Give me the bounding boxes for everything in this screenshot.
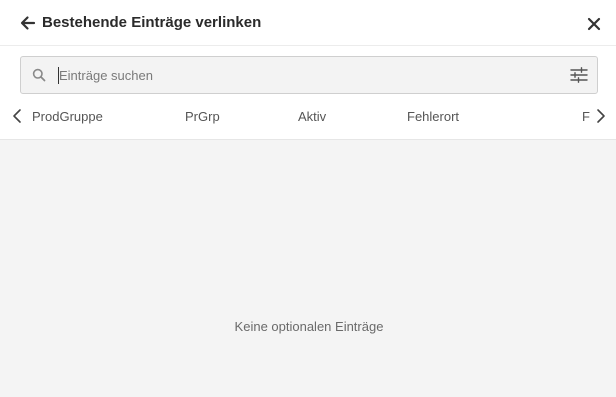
empty-state-message: Keine optionalen Einträge [234,319,384,334]
tab-prgrp[interactable]: PrGrp [185,108,220,126]
back-button[interactable] [18,13,38,33]
sliders-icon [570,67,588,83]
dialog-title: Bestehende Einträge verlinken [42,14,262,31]
tab-aktiv[interactable]: Aktiv [298,108,326,126]
chevron-right-icon [597,109,605,123]
close-icon [587,17,601,31]
close-button[interactable] [586,16,602,32]
magnifier-icon [32,68,46,82]
search-input[interactable] [57,63,559,87]
tabs-prev-button[interactable] [10,108,24,124]
search-box [20,56,598,94]
arrow-left-icon [20,16,36,30]
entries-list: Keine optionalen Einträge [0,140,616,397]
tab-prodgruppe[interactable]: ProdGruppe [32,108,103,126]
column-tabs: ProdGruppe PrGrp Aktiv Fehlerort F [0,96,616,140]
tabs-next-button[interactable] [594,108,608,124]
tab-fehlerort[interactable]: Fehlerort [407,108,459,126]
filter-button[interactable] [570,67,588,83]
tab-partial[interactable]: F [582,108,590,126]
text-cursor [58,67,59,84]
link-entries-dialog: Bestehende Einträge verlinken Einträge s… [0,0,616,397]
chevron-left-icon [13,109,21,123]
dialog-header: Bestehende Einträge verlinken [0,0,616,46]
